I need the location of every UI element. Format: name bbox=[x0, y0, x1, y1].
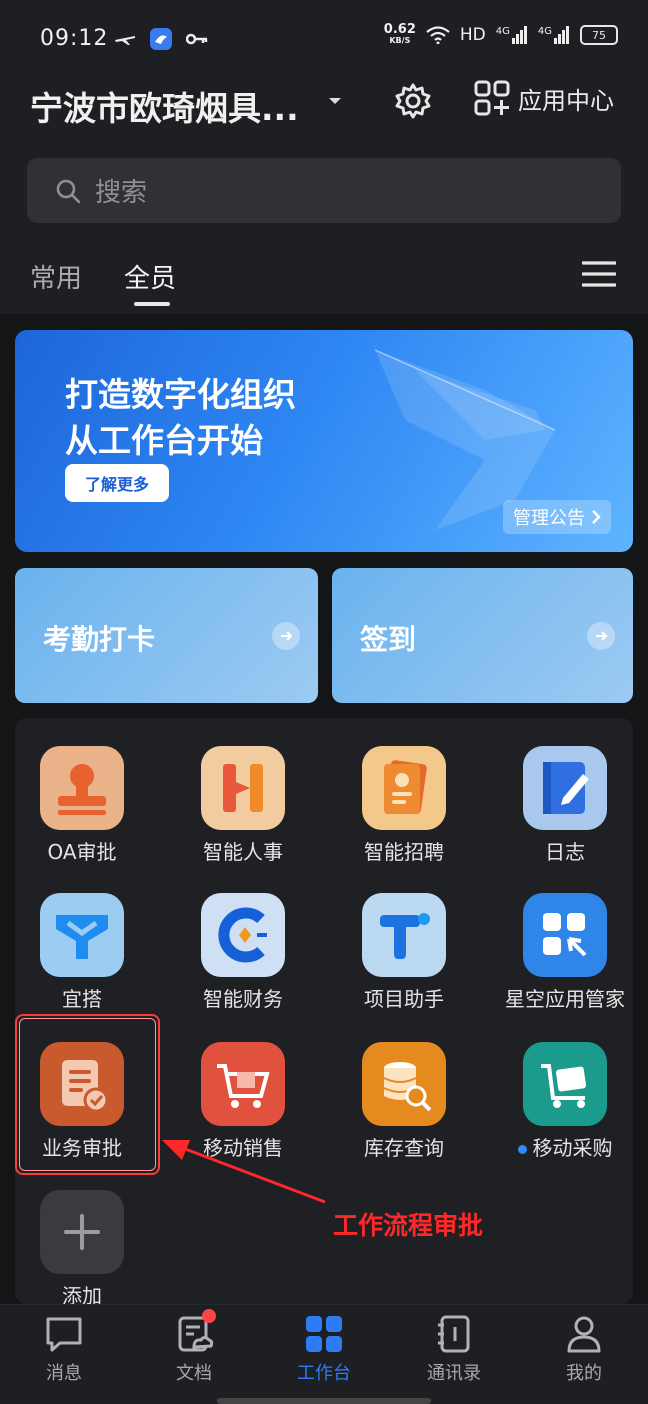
gear-icon[interactable] bbox=[394, 82, 432, 120]
notebook-pen-icon bbox=[523, 746, 607, 830]
contacts-book-icon bbox=[438, 1315, 470, 1353]
t-letter-icon bbox=[362, 893, 446, 977]
battery-icon: 75 bbox=[580, 25, 618, 45]
h-letter-icon bbox=[201, 746, 285, 830]
highlight-box bbox=[15, 1014, 160, 1175]
wifi-icon bbox=[426, 26, 450, 44]
signal-bars-icon bbox=[511, 26, 527, 44]
database-search-icon bbox=[362, 1042, 446, 1126]
person-icon bbox=[567, 1316, 601, 1353]
app-center-label: 应用中心 bbox=[518, 86, 614, 115]
tab-common[interactable]: 常用 bbox=[30, 258, 82, 295]
app-smart-recruit[interactable]: 智能招聘 bbox=[329, 718, 479, 864]
hd-label: HD bbox=[459, 25, 486, 45]
annotation-label: 工作流程审批 bbox=[333, 1211, 484, 1240]
finance-c-icon bbox=[201, 893, 285, 977]
app-inventory-query[interactable]: 库存查询 bbox=[329, 1014, 479, 1160]
chat-bubble-icon bbox=[46, 1317, 82, 1352]
sign-in-card[interactable]: 签到 bbox=[332, 568, 633, 703]
status-bar: 09:12 0.62 KB/S HD 4G 4G 75 bbox=[0, 0, 648, 80]
workbench-grid-icon bbox=[306, 1316, 342, 1352]
app-mobile-sales[interactable]: 移动销售 bbox=[168, 1014, 318, 1160]
attendance-card[interactable]: 考勤打卡 bbox=[15, 568, 318, 703]
banner-title: 打造数字化组织 从工作台开始 bbox=[65, 375, 296, 460]
signal-bars-icon bbox=[554, 26, 569, 44]
search-icon bbox=[56, 179, 81, 203]
y-block-icon bbox=[40, 893, 124, 977]
workbench-header: 宁波市欧琦烟具... 应用中心 bbox=[0, 78, 648, 138]
network-speed: 0.62 KB/S bbox=[383, 22, 416, 45]
app-grid-panel: OA审批 智能人事 智能招聘 日志 宜搭 智能财务 项目助手 星空应用管家 业务… bbox=[15, 718, 633, 1308]
bottom-tab-bar: 消息 文档 工作台 通讯录 我的 bbox=[0, 1304, 648, 1404]
app-grid-icon bbox=[523, 893, 607, 977]
menu-icon[interactable] bbox=[582, 260, 616, 288]
sign-in-label: 签到 bbox=[360, 623, 417, 656]
app-mobile-purchase[interactable]: 移动采购 bbox=[490, 1014, 640, 1160]
attendance-label: 考勤打卡 bbox=[43, 623, 156, 656]
caret-down-icon[interactable] bbox=[328, 96, 342, 106]
search-placeholder: 搜索 bbox=[95, 178, 148, 208]
notification-dot bbox=[202, 1309, 216, 1323]
key-icon bbox=[186, 33, 208, 45]
admin-notice-button[interactable]: 管理公告 bbox=[503, 500, 611, 534]
tab-contacts[interactable]: 通讯录 bbox=[404, 1315, 504, 1385]
stamp-icon bbox=[40, 746, 124, 830]
home-indicator[interactable] bbox=[217, 1398, 431, 1404]
learn-more-button[interactable]: 了解更多 bbox=[65, 464, 169, 502]
app-center-icon bbox=[474, 80, 510, 116]
status-time: 09:12 bbox=[40, 26, 109, 51]
shopping-cart-icon bbox=[201, 1042, 285, 1126]
tab-documents[interactable]: 文档 bbox=[144, 1309, 244, 1385]
signal-4g-2: 4G bbox=[538, 26, 570, 44]
new-dot bbox=[517, 1145, 527, 1154]
app-add[interactable]: 添加 bbox=[7, 1162, 157, 1308]
signal-4g-1: 4G bbox=[496, 26, 528, 44]
tab-workbench[interactable]: 工作台 bbox=[274, 1315, 374, 1385]
app-project-assistant[interactable]: 项目助手 bbox=[329, 865, 479, 1011]
workbench-tabs: 常用 全员 bbox=[0, 250, 648, 312]
app-center-button[interactable]: 应用中心 bbox=[474, 80, 614, 116]
app-yida[interactable]: 宜搭 bbox=[7, 865, 157, 1011]
app-notification-icon bbox=[150, 28, 172, 50]
promo-banner[interactable]: 打造数字化组织 从工作台开始 了解更多 管理公告 bbox=[15, 330, 633, 552]
arrow-right-icon bbox=[587, 622, 615, 650]
arrow-right-icon bbox=[272, 622, 300, 650]
app-journal[interactable]: 日志 bbox=[490, 718, 640, 864]
chevron-right-icon bbox=[592, 510, 601, 524]
org-name[interactable]: 宁波市欧琦烟具... bbox=[30, 82, 299, 130]
tab-all-members[interactable]: 全员 bbox=[124, 258, 176, 295]
app-smart-hr[interactable]: 智能人事 bbox=[168, 718, 318, 864]
active-tab-indicator bbox=[134, 302, 170, 306]
app-oa-approval[interactable]: OA审批 bbox=[7, 718, 157, 864]
plus-icon bbox=[40, 1190, 124, 1274]
resume-card-icon bbox=[362, 746, 446, 830]
airplane-icon bbox=[115, 36, 135, 45]
cart-box-icon bbox=[523, 1042, 607, 1126]
tab-me[interactable]: 我的 bbox=[534, 1315, 634, 1385]
app-smart-finance[interactable]: 智能财务 bbox=[168, 865, 318, 1011]
search-bar[interactable]: 搜索 bbox=[27, 158, 621, 223]
tab-messages[interactable]: 消息 bbox=[14, 1315, 114, 1385]
app-star-manager[interactable]: 星空应用管家 bbox=[490, 865, 640, 1011]
